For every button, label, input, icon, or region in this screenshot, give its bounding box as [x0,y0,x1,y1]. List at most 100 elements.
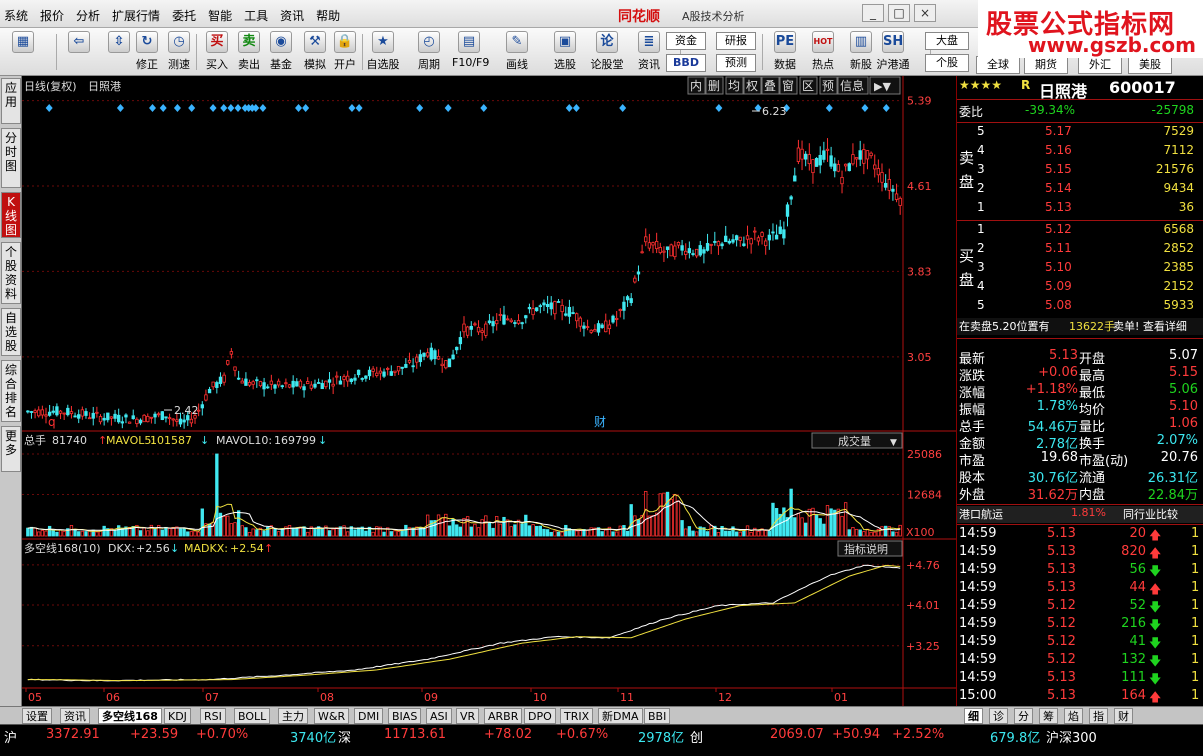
market-button-1[interactable]: 个股 [925,54,969,72]
left-tab-watchlist[interactable]: 自选股 [1,308,21,356]
minimize-icon[interactable]: _ [862,4,884,22]
volume-bar [531,524,535,537]
close-icon[interactable]: × [914,4,936,22]
toolbar-button-7[interactable]: ◉ 基金 [264,31,298,73]
candle-body [774,234,779,240]
candle-body [596,323,601,333]
notice-link[interactable]: 卖单! 查看详细 [1113,318,1187,334]
toolbar-button-20[interactable]: SH 沪港通 [876,31,910,73]
right-tab-6[interactable]: 财 [1114,708,1133,724]
indicator-tab-7[interactable]: W&R [314,708,350,724]
left-tab-intraday[interactable]: 分时图 [1,128,21,188]
chart-area[interactable]: 5.39 4.61 3.83 3.05 6.23 2.42 q 财 日线(复权) 日照港 内删均权叠… [22,76,956,706]
left-tab-kline[interactable]: K线图 [1,192,21,238]
indicator-tab-3[interactable]: KDJ [164,708,191,724]
volume-bar [186,531,190,537]
indicator-tab-1[interactable]: 资讯 [60,708,90,724]
toolbar-button-0[interactable]: ▦ [6,31,40,73]
indicator-tab-4[interactable]: RSI [200,708,226,724]
toolbar-button-17[interactable]: PE 数据 [768,31,802,73]
toolbar-button-5[interactable]: 买买入 [200,31,234,73]
toolbar-button-15[interactable]: 论论股堂 [590,31,624,73]
toolbar-small-button-0[interactable]: 资金 [666,32,706,50]
toolbar-button-8[interactable]: ⚒ 模拟 [298,31,332,73]
menu-extended-quote[interactable]: 扩展行情 [112,7,160,24]
toolbar-button-12[interactable]: ▤ F10/F9 [452,31,489,73]
ask-volume: 9434 [1163,181,1194,195]
left-tab-ranking[interactable]: 综合排名 [1,360,21,422]
volume-bar [687,526,692,537]
volume-indicator-label: 成交量 [838,434,871,448]
right-tab-5[interactable]: 指 [1089,708,1108,724]
toolbar-button-13[interactable]: ✎ 画线 [500,31,534,73]
toolbar-button-4[interactable]: ◷ 测速 [162,31,196,73]
left-tab-apps[interactable]: 应用 [1,78,21,124]
candle-body [625,296,630,301]
market-button-5[interactable]: 美股 [1128,56,1172,74]
lock-icon: 🔒 [334,31,356,53]
indicator-tab-13[interactable]: DPO [524,708,556,724]
toolbar-button-9[interactable]: 🔒 开户 [328,31,362,73]
toolbar-button-11[interactable]: ◴ 周期 [412,31,446,73]
market-button-3[interactable]: 期货 [1024,56,1068,74]
toolbar-button-3[interactable]: ↻ 修正 [130,31,164,73]
volume-bar [575,530,579,537]
left-tab-more[interactable]: 更多 [1,426,21,472]
menu-news[interactable]: 资讯 [280,7,304,24]
right-tab-4[interactable]: 焰 [1064,708,1083,724]
right-tab-3[interactable]: 筹 [1039,708,1058,724]
menu-analysis[interactable]: 分析 [76,7,100,24]
indicator-tab-9[interactable]: BIAS [388,708,422,724]
left-tab-stock-profile[interactable]: 个股资料 [1,242,21,304]
hs300-label: 沪深300 [1046,731,1097,746]
arrow-down-icon: ↓ [200,434,209,447]
candle-body [807,154,811,165]
toolbar-button-10[interactable]: ★ 自选股 [366,31,400,73]
menu-smart[interactable]: 智能 [208,7,232,24]
month-label: 05 [28,691,42,704]
indicator-tab-11[interactable]: VR [456,708,480,724]
menu-help[interactable]: 帮助 [316,7,340,24]
indicator-tab-8[interactable]: DMI [354,708,384,724]
chart-tool-label: 删 [708,79,720,93]
toolbar-button-18[interactable]: HOT 热点 [806,31,840,73]
right-tab-0[interactable]: 细 [964,708,983,724]
menu-tools[interactable]: 工具 [244,7,268,24]
indicator-tab-0[interactable]: 设置 [22,708,52,724]
toolbar-button-1[interactable]: ⇦ [62,31,96,73]
right-tab-2[interactable]: 分 [1014,708,1033,724]
indicator-tab-10[interactable]: ASI [426,708,452,724]
indicator-tab-6[interactable]: 主力 [278,708,308,724]
toolbar-small-button-2[interactable]: BBD [666,54,706,72]
right-tab-1[interactable]: 诊 [989,708,1008,724]
indicator-tab-16[interactable]: BBI [644,708,671,724]
candle-body [487,320,492,324]
menu-quote[interactable]: 报价 [40,7,64,24]
indicator-tab-5[interactable]: BOLL [234,708,271,724]
volume-bar [160,529,164,537]
menu-system[interactable]: 系统 [4,7,28,24]
toolbar-small-button-1[interactable]: 研报 [716,32,756,50]
toolbar-button-14[interactable]: ▣ 选股 [548,31,582,73]
indicator-tab-2[interactable]: 多空线168 [98,708,162,724]
industry-name[interactable]: 港口航运 [959,506,1003,522]
market-button-4[interactable]: 外汇 [1078,56,1122,74]
indicator-tab-14[interactable]: TRIX [560,708,594,724]
indicator-tab-12[interactable]: ARBR [484,708,523,724]
kline-chart-svg[interactable]: 5.39 4.61 3.83 3.05 6.23 2.42 q 财 日线(复权) 日照港 内删均权叠… [22,76,956,706]
toolbar-button-label: 模拟 [304,58,326,71]
toolbar-button-16[interactable]: ≣ 资讯 [632,31,666,73]
maximize-icon[interactable]: □ [888,4,910,22]
period-label[interactable]: 日线(复权) [24,79,77,93]
market-button-0[interactable]: 大盘 [925,32,969,50]
toolbar-button-6[interactable]: 卖卖出 [232,31,266,73]
toolbar-small-button-3[interactable]: 预测 [716,54,756,72]
candle-body [240,380,244,384]
toolbar-button-19[interactable]: ▥ 新股 [844,31,878,73]
indicator-tab-15[interactable]: 新DMA [598,708,643,724]
menu-trade[interactable]: 委托 [172,7,196,24]
market-button-2[interactable]: 全球 [976,56,1020,74]
industry-compare-button[interactable]: 同行业比较 [1123,506,1178,522]
marker-finance[interactable]: 财 [594,415,606,429]
volume-bar [207,523,212,537]
